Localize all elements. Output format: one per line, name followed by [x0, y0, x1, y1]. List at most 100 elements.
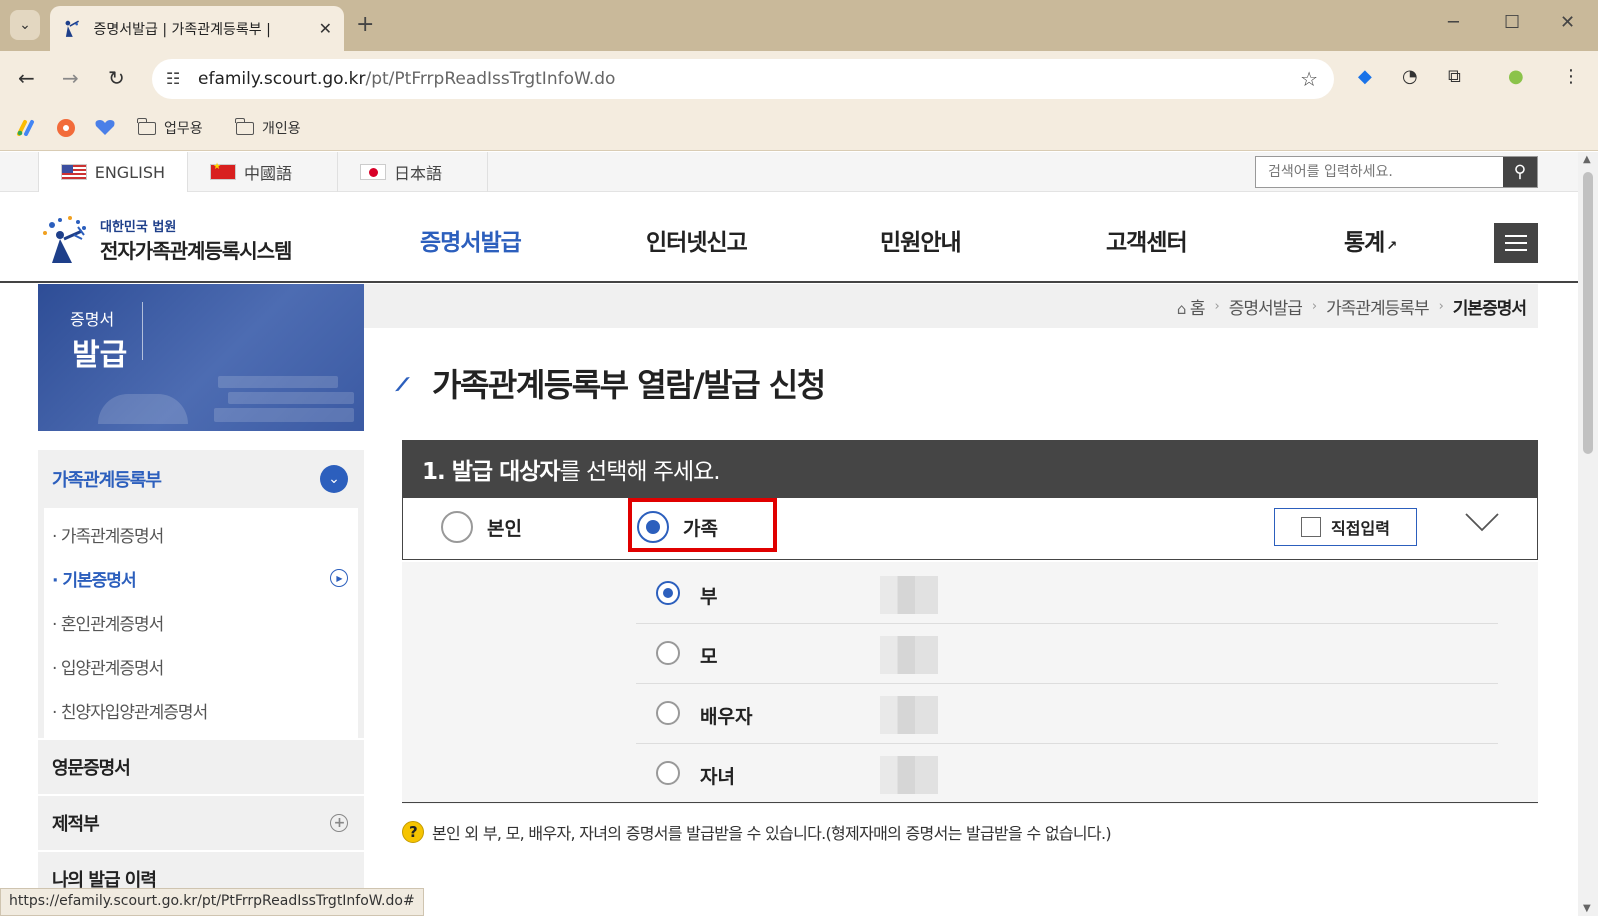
- side-nav-item-basic-certificate[interactable]: · 기본증명서 ▶: [44, 556, 358, 600]
- browser-toolbar: ← → ↻ ☷ efamily.scourt.go.kr/pt/PtFrrpRe…: [0, 51, 1598, 106]
- radio-option-self[interactable]: 본인: [441, 511, 522, 543]
- extension-mouse-icon[interactable]: ◔: [1402, 66, 1418, 87]
- blurred-name: [880, 756, 938, 794]
- breadcrumb-certificate-issue[interactable]: 증명서발급: [1229, 294, 1303, 319]
- site-search: ⚲: [1255, 156, 1538, 188]
- bookmark-red-app-icon[interactable]: [56, 118, 76, 138]
- annotation-highlight-box: [628, 498, 777, 552]
- external-link-icon: ↗: [1386, 239, 1397, 254]
- side-nav-item-family-relation[interactable]: · 가족관계증명서: [44, 512, 358, 556]
- url-text: efamily.scourt.go.kr/pt/PtFrrpReadIssTrg…: [198, 69, 616, 89]
- side-nav-item-adoption[interactable]: · 입양관계증명서: [44, 644, 358, 688]
- breadcrumb-separator-icon: ›: [1311, 298, 1317, 314]
- search-button[interactable]: ⚲: [1503, 157, 1537, 187]
- gnb-civil-guide[interactable]: 민원안내: [880, 223, 962, 257]
- lang-english[interactable]: ENGLISH: [38, 152, 188, 192]
- address-bar[interactable]: ☷ efamily.scourt.go.kr/pt/PtFrrpReadIssT…: [152, 59, 1334, 99]
- profile-avatar-icon[interactable]: ●: [1508, 66, 1524, 87]
- breadcrumb-separator-icon: ›: [1214, 298, 1220, 314]
- side-nav-group-family-register[interactable]: 가족관계등록부 ⌄: [38, 450, 364, 508]
- court-favicon-icon: [65, 19, 80, 37]
- blurred-name: [880, 636, 938, 674]
- page-title: 가족관계등록부 열람/발급 신청: [395, 360, 826, 406]
- side-nav-english-certificate[interactable]: 영문증명서: [38, 740, 364, 794]
- new-tab-icon[interactable]: +: [356, 12, 374, 37]
- side-navigation: 가족관계등록부 ⌄ · 가족관계증명서 · 기본증명서 ▶ · 혼인관계증명서 ·…: [38, 450, 364, 906]
- radio-spouse[interactable]: [656, 701, 680, 725]
- blurred-name: [880, 696, 938, 734]
- page-scrollbar[interactable]: ▲ ▼: [1578, 152, 1598, 916]
- breadcrumb-current: 기본증명서: [1452, 298, 1527, 319]
- lang-chinese[interactable]: 中國語: [188, 152, 338, 192]
- breadcrumb-separator-icon: ›: [1438, 298, 1444, 314]
- bookmarks-bar: 업무용 개인용: [0, 106, 1598, 151]
- site-info-icon[interactable]: ☷: [166, 69, 180, 88]
- chevron-down-icon: ⌄: [19, 17, 31, 33]
- banner-text-1: 증명서: [70, 310, 115, 329]
- gnb-statistics[interactable]: 통계 ↗: [1344, 223, 1397, 257]
- logo-title: 전자가족관계등록시스템: [100, 239, 292, 263]
- bookmark-folder-personal[interactable]: 개인용: [235, 117, 301, 138]
- close-window-icon[interactable]: ✕: [1560, 12, 1575, 33]
- radio-mother[interactable]: [656, 641, 680, 665]
- site-logo[interactable]: 대한민국 법원 전자가족관계등록시스템: [38, 213, 292, 267]
- side-nav-submenu: · 가족관계증명서 · 기본증명서 ▶ · 혼인관계증명서 · 입양관계증명서 ·…: [38, 508, 364, 738]
- family-row-mother[interactable]: 모: [636, 624, 1498, 684]
- radio-child[interactable]: [656, 761, 680, 785]
- japan-flag-icon: [360, 164, 386, 180]
- radio-self[interactable]: [441, 511, 473, 543]
- radio-father[interactable]: [656, 581, 680, 605]
- close-tab-icon[interactable]: ✕: [319, 19, 332, 38]
- back-icon[interactable]: ←: [18, 66, 35, 90]
- scroll-up-icon[interactable]: ▲: [1583, 154, 1591, 165]
- maximize-icon[interactable]: ☐: [1504, 12, 1520, 33]
- bookmark-blue-app-icon[interactable]: [94, 118, 116, 136]
- site-header: 대한민국 법원 전자가족관계등록시스템 증명서발급 인터넷신고 민원안내 고객센…: [0, 193, 1578, 283]
- extension-diamond-icon[interactable]: ◆: [1358, 66, 1372, 87]
- family-row-child[interactable]: 자녀: [636, 744, 1498, 804]
- language-bar: ENGLISH 中國語 日本語 ⚲: [0, 152, 1578, 192]
- reload-icon[interactable]: ↻: [108, 66, 125, 90]
- bookmark-star-icon[interactable]: ☆: [1300, 67, 1318, 91]
- scrollbar-thumb[interactable]: [1583, 172, 1593, 454]
- gnb-internet-report[interactable]: 인터넷신고: [646, 223, 748, 257]
- logo-subtitle: 대한민국 법원: [100, 220, 177, 235]
- plus-circle-icon: +: [330, 814, 348, 832]
- us-flag-icon: [61, 164, 87, 180]
- side-nav-item-marriage[interactable]: · 혼인관계증명서: [44, 600, 358, 644]
- tab-search-button[interactable]: ⌄: [10, 10, 40, 40]
- hamburger-menu-button[interactable]: [1494, 223, 1538, 263]
- bookmark-folder-work[interactable]: 업무용: [137, 117, 203, 138]
- more-menu-icon[interactable]: ⋮: [1562, 66, 1580, 87]
- bookmark-google-ads-icon[interactable]: [16, 118, 38, 136]
- direct-input-button[interactable]: 직접입력: [1274, 508, 1417, 546]
- search-icon: ⚲: [1513, 162, 1527, 182]
- section-banner: 증명서 발급: [38, 284, 364, 431]
- link-status-bar: https://efamily.scourt.go.kr/pt/PtFrrpRe…: [0, 888, 424, 916]
- collapse-chevron-icon[interactable]: [1462, 502, 1502, 542]
- help-note: ? 본인 외 부, 모, 배우자, 자녀의 증명서를 발급받을 수 있습니다.(…: [402, 820, 1112, 844]
- direct-input-checkbox[interactable]: [1301, 517, 1322, 537]
- family-row-spouse[interactable]: 배우자: [636, 684, 1498, 744]
- family-member-list: 부 모 배우자 자녀: [402, 562, 1538, 804]
- home-icon: ⌂: [1176, 299, 1186, 318]
- family-row-father[interactable]: 부: [636, 564, 1498, 624]
- gnb-certificate-issue[interactable]: 증명서발급: [420, 223, 522, 257]
- chevron-down-icon: ⌄: [320, 465, 348, 493]
- browser-tab-active[interactable]: 증명서발급 | 가족관계등록부 | ✕: [50, 6, 344, 51]
- folder-icon: [235, 117, 254, 135]
- lang-japanese[interactable]: 日本語: [338, 152, 488, 192]
- side-nav-item-full-adoption[interactable]: · 친양자입양관계증명서: [44, 688, 358, 732]
- search-input[interactable]: [1256, 157, 1502, 187]
- banner-text-2: 발급: [72, 338, 128, 373]
- breadcrumb-home[interactable]: ⌂ 홈: [1176, 294, 1206, 319]
- minimize-icon[interactable]: ─: [1448, 12, 1459, 33]
- side-nav-removed-register[interactable]: 제적부 +: [38, 796, 364, 850]
- extensions-puzzle-icon[interactable]: ⧉: [1448, 66, 1461, 87]
- scroll-down-icon[interactable]: ▼: [1583, 903, 1591, 914]
- forward-icon[interactable]: →: [62, 66, 79, 90]
- breadcrumb: ⌂ 홈 › 증명서발급 › 가족관계등록부 › 기본증명서: [364, 284, 1538, 328]
- browser-tabstrip: ⌄ 증명서발급 | 가족관계등록부 | ✕ + ─ ☐ ✕: [0, 0, 1598, 51]
- gnb-customer-center[interactable]: 고객센터: [1106, 223, 1188, 257]
- breadcrumb-family-register[interactable]: 가족관계등록부: [1326, 294, 1429, 319]
